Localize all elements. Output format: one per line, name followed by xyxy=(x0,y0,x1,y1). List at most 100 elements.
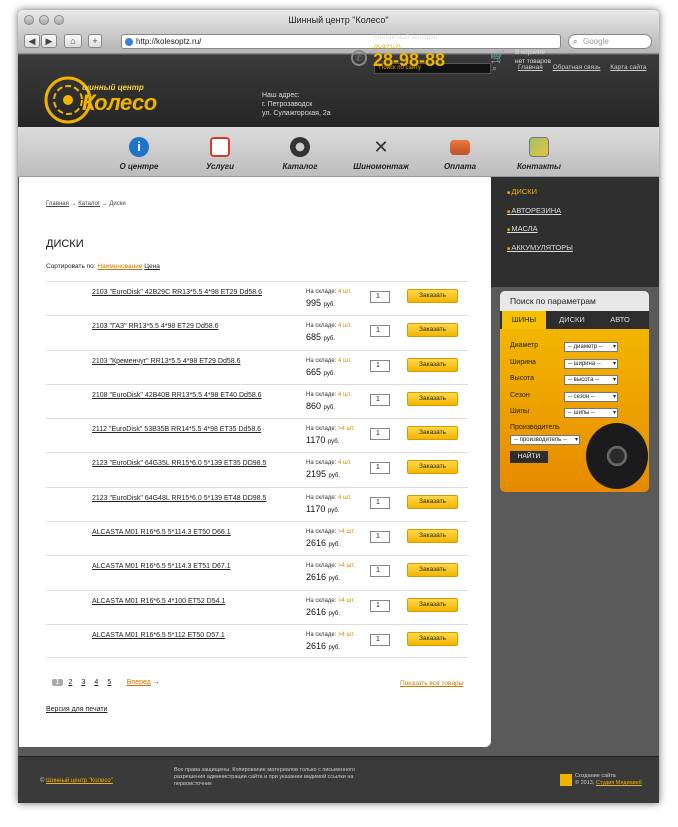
order-button[interactable]: Заказать xyxy=(407,289,458,303)
product-name-link[interactable]: 2103 "ГАЗ" RR13*5.5 4*98 ET29 Dd58.6 xyxy=(92,323,218,330)
table-row: 2103 "ГАЗ" RR13*5.5 4*98 ET29 Dd58.6 На с… xyxy=(46,315,468,349)
nav-item-services[interactable]: Услуги xyxy=(175,127,265,177)
forward-icon[interactable]: ▶ xyxy=(41,34,57,48)
season-select[interactable]: -- сезон -- xyxy=(564,392,618,402)
next-page-link[interactable]: Вперед xyxy=(127,679,151,686)
stock-count: >4 шт. xyxy=(338,426,356,433)
order-button[interactable]: Заказать xyxy=(407,357,458,372)
product-name-link[interactable]: 2123 "EuroDisk" 64G35L RR15*6.0 5*139 ET… xyxy=(92,460,266,467)
price: 860 руб. xyxy=(306,401,335,411)
quantity-input[interactable]: 1 xyxy=(370,462,390,475)
diameter-select[interactable]: -- диаметр -- xyxy=(564,342,618,352)
page-1[interactable]: 1 xyxy=(52,679,63,686)
studs-select[interactable]: -- шипы -- xyxy=(564,408,618,418)
order-button[interactable]: Заказать xyxy=(407,391,458,406)
product-name-link[interactable]: 2112 "EuroDisk" 53B35B RR14*5.5 4*98 ET3… xyxy=(92,426,261,433)
page-4[interactable]: 4 xyxy=(91,679,102,686)
stock-count: 4 шт. xyxy=(338,391,352,398)
stock-label: На складе: xyxy=(306,289,337,295)
stock-info: На складе: 4 шт. xyxy=(306,323,352,329)
quantity-input[interactable]: 1 xyxy=(370,633,390,646)
height-select[interactable]: -- высота -- xyxy=(564,375,618,385)
studio-link[interactable]: Студия Медиавеб xyxy=(596,780,642,786)
tab-disks[interactable]: ДИСКИ xyxy=(550,311,594,329)
width-select[interactable]: -- ширина -- xyxy=(564,359,618,369)
tab-tires[interactable]: ШИНЫ xyxy=(502,311,546,329)
order-button[interactable]: Заказать xyxy=(407,460,458,475)
quantity-input[interactable]: 1 xyxy=(370,599,390,612)
quantity-input[interactable]: 1 xyxy=(370,359,390,372)
cart-line2: нет товаров xyxy=(515,58,551,65)
quantity-input[interactable]: 1 xyxy=(370,565,390,578)
category-item-oils[interactable]: МАСЛА xyxy=(507,224,573,243)
breadcrumb-catalog[interactable]: Каталог xyxy=(78,201,100,207)
order-button[interactable]: Заказать xyxy=(407,631,458,646)
order-button[interactable]: Заказать xyxy=(407,563,458,578)
category-item-disks[interactable]: ДИСКИ xyxy=(507,187,573,206)
stock-info: На складе: >4 шт. xyxy=(306,632,355,638)
toplink-sitemap[interactable]: Карта сайта xyxy=(610,64,646,71)
search-icon[interactable]: ⌕ xyxy=(492,63,502,74)
zoom-window-icon[interactable] xyxy=(54,15,64,25)
print-version-link[interactable]: Версия для печати xyxy=(46,706,107,713)
category-item-batteries[interactable]: АККУМУЛЯТОРЫ xyxy=(507,243,572,262)
page-2[interactable]: 2 xyxy=(65,679,76,686)
field-label: Сезон xyxy=(510,392,530,399)
page-5[interactable]: 5 xyxy=(104,679,115,686)
product-name-link[interactable]: 2103 "EuroDisk" 42B29C RR13*5.5 4*98 ET2… xyxy=(92,289,262,296)
product-name-link[interactable]: 2103 "Кременчуг" RR13*5.5 4*98 ET29 Dd58… xyxy=(92,358,240,365)
quantity-input[interactable]: 1 xyxy=(370,496,390,509)
footer-home-link[interactable]: Шинный центр "Колесо" xyxy=(46,778,113,784)
order-button[interactable]: Заказать xyxy=(407,494,458,509)
add-bookmark-icon[interactable]: + xyxy=(88,34,102,48)
quantity-input[interactable]: 1 xyxy=(370,531,390,544)
category-item-tires[interactable]: АВТОРЕЗИНА xyxy=(507,206,573,225)
show-all-link[interactable]: Показать все товары xyxy=(400,680,463,687)
toplink-feedback[interactable]: Обратная связь xyxy=(553,64,601,71)
product-name-link[interactable]: ALCASTA M01 R16*6.5 4*100 ET52 D54.1 xyxy=(92,598,225,605)
nav-item-payment[interactable]: Оплата xyxy=(415,127,505,177)
sort-by-name[interactable]: Наименование xyxy=(97,263,142,270)
tab-auto[interactable]: АВТО xyxy=(598,311,642,329)
quantity-input[interactable]: 1 xyxy=(370,428,390,441)
breadcrumb-home[interactable]: Главная xyxy=(46,201,69,207)
stock-label: На складе: xyxy=(306,323,337,330)
product-name-link[interactable]: ALCASTA M01 R16*6.5 5*114.3 ET51 D67.1 xyxy=(92,563,231,570)
product-name-link[interactable]: 2123 "EuroDisk" 64G48L RR15*6.0 5*139 ET… xyxy=(92,495,266,502)
back-icon[interactable]: ◀ xyxy=(24,34,40,48)
product-name-link[interactable]: ALCASTA M01 R16*6.5 5*114.3 ET50 D66.1 xyxy=(92,529,231,536)
quantity-input[interactable]: 1 xyxy=(370,291,390,303)
order-button[interactable]: Заказать xyxy=(407,597,458,612)
close-window-icon[interactable] xyxy=(24,15,34,25)
nav-item-contacts[interactable]: Контакты xyxy=(494,127,584,177)
home-icon[interactable]: ⌂ xyxy=(64,34,82,48)
nav-item-tire-service[interactable]: ✕ Шиномонтаж xyxy=(336,127,426,177)
stock-info: На складе: >4 шт. xyxy=(306,426,355,432)
site-logo[interactable]: шинный центр Колесо xyxy=(44,75,180,125)
nav-label: Каталог xyxy=(282,162,318,171)
price: 2616 руб. xyxy=(306,572,340,582)
order-button[interactable]: Заказать xyxy=(407,426,458,441)
price-value: 860 xyxy=(306,400,322,411)
browser-search-input[interactable]: ⌕ Google xyxy=(568,34,652,49)
order-button[interactable]: Заказать xyxy=(407,323,458,338)
stock-label: На складе: xyxy=(306,391,337,398)
cart-icon[interactable]: 🛒 xyxy=(490,50,508,64)
find-button[interactable]: НАЙТИ xyxy=(510,451,548,463)
nav-item-about[interactable]: i О центре xyxy=(94,127,184,177)
order-button[interactable]: Заказать xyxy=(407,529,458,544)
cart-status[interactable]: В корзине нет товаров xyxy=(515,48,551,66)
minimize-window-icon[interactable] xyxy=(39,15,49,25)
page-3[interactable]: 3 xyxy=(78,679,89,686)
nav-item-catalog[interactable]: Каталог xyxy=(255,127,345,177)
product-name-link[interactable]: ALCASTA M01 R16*6.5 5*112 ET50 D57.1 xyxy=(92,632,225,639)
credits-year: © 2013, xyxy=(575,780,595,786)
manufacturer-select[interactable]: -- производитель -- xyxy=(510,435,580,445)
price: 2616 руб. xyxy=(306,538,340,548)
address-bar[interactable]: http://kolesoptz.ru/ xyxy=(121,34,561,49)
product-name-link[interactable]: 2108 "EuroDisk" 42B40B RR13*5.5 4*98 ET4… xyxy=(92,392,262,399)
sort-by-price[interactable]: Цена xyxy=(144,263,160,270)
sort-label: Сортировать по: xyxy=(46,263,96,270)
quantity-input[interactable]: 1 xyxy=(370,393,390,406)
quantity-input[interactable]: 1 xyxy=(370,325,390,338)
